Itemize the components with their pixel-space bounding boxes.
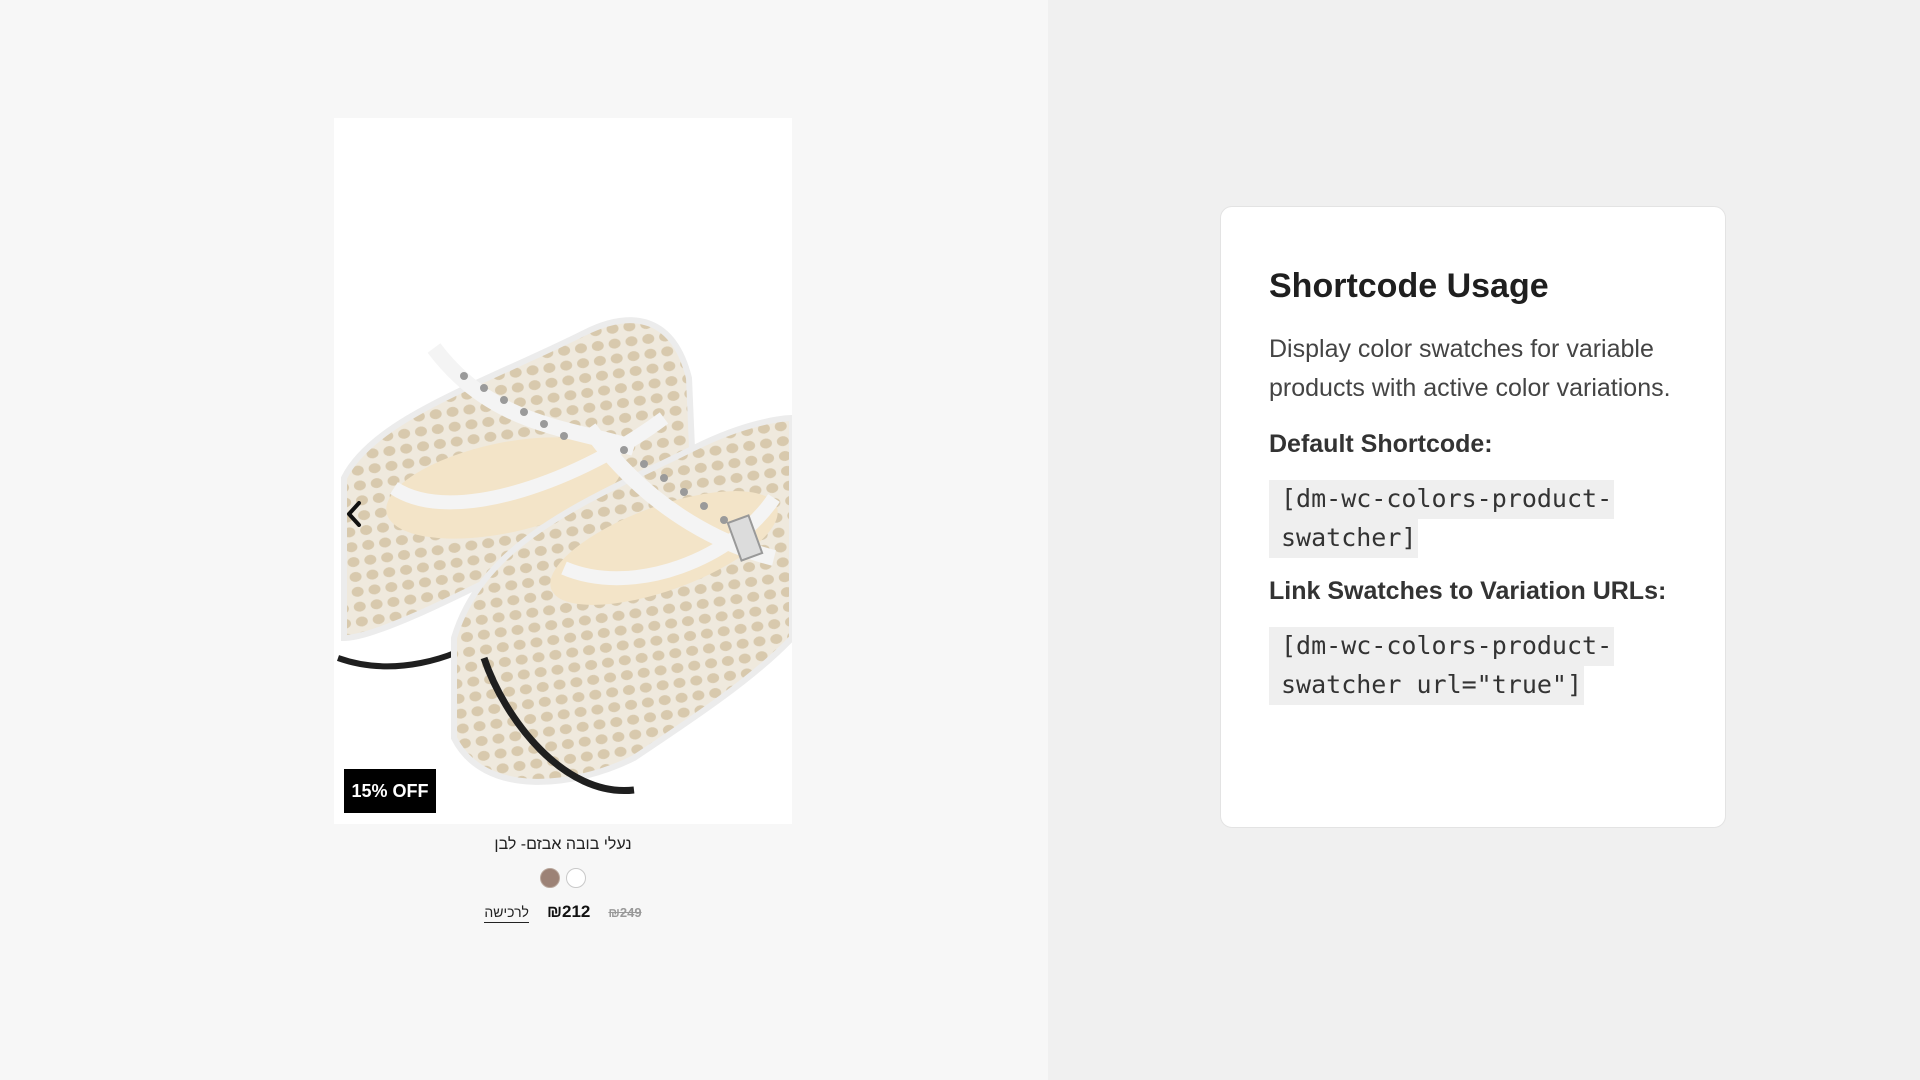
shortcode-usage-box: Shortcode Usage Display color swatches f…: [1220, 206, 1726, 828]
product-card: 15% OFF נעלי בובה אבזם- לבן לרכישה ₪212 …: [334, 118, 792, 923]
buy-link[interactable]: לרכישה: [484, 904, 529, 923]
prev-image-arrow[interactable]: [340, 494, 368, 534]
default-shortcode-label: Default Shortcode:: [1269, 430, 1493, 458]
shoes-image: [336, 317, 792, 794]
default-shortcode-code[interactable]: [dm-wc-colors-product-swatcher]: [1269, 480, 1615, 558]
chevron-left-icon: [347, 501, 361, 527]
shortcode-title: Shortcode Usage: [1269, 267, 1549, 305]
old-price: ₪249: [608, 905, 642, 920]
link-shortcode-code[interactable]: [dm-wc-colors-product-swatcher url="true…: [1269, 627, 1615, 705]
product-title[interactable]: נעלי בובה אבזם- לבן: [334, 836, 792, 854]
discount-badge: 15% OFF: [344, 769, 436, 813]
swatch-white[interactable]: [566, 868, 586, 888]
swatch-brown[interactable]: [540, 868, 560, 888]
default-shortcode-code-block: [dm-wc-colors-product-swatcher]: [1269, 479, 1677, 558]
price-row: לרכישה ₪212 ₪249: [334, 902, 792, 923]
shortcode-description: Display color swatches for variable prod…: [1269, 335, 1671, 402]
product-image[interactable]: 15% OFF: [334, 118, 792, 824]
link-shortcode-label: Link Swatches to Variation URLs:: [1269, 577, 1667, 605]
product-preview-panel: 15% OFF נעלי בובה אבזם- לבן לרכישה ₪212 …: [0, 0, 1048, 1080]
link-shortcode-code-block: [dm-wc-colors-product-swatcher url="true…: [1269, 626, 1677, 705]
color-swatches: [334, 868, 792, 888]
sale-price: ₪212: [546, 902, 591, 921]
